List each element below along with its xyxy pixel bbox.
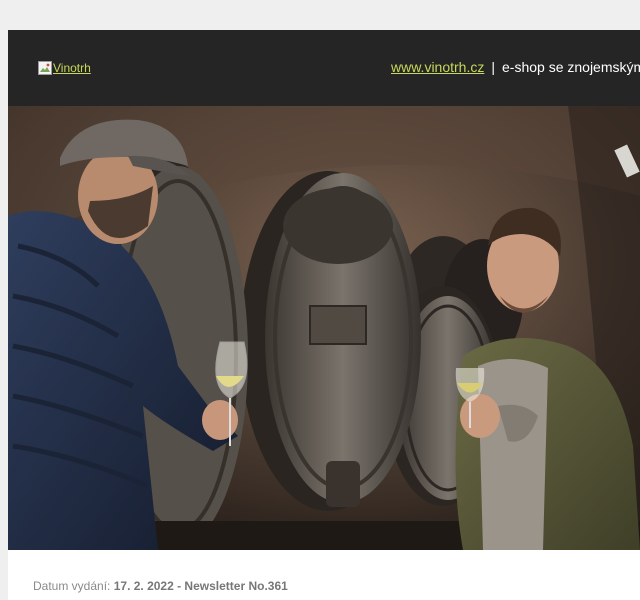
logo-alt-text: Vinotrh: [53, 61, 91, 75]
email-header: Vinotrh www.vinotrh.cz | e-shop se znojems…: [8, 30, 640, 106]
header-tagline: e-shop se znojemským: [502, 59, 640, 75]
issue-info: Datum vydání: 17. 2. 2022 - Newsletter N…: [33, 579, 288, 593]
email-body: Vinotrh www.vinotrh.cz | e-shop se znojems…: [8, 30, 640, 600]
site-link[interactable]: www.vinotrh.cz: [391, 59, 484, 75]
logo-link[interactable]: Vinotrh: [38, 60, 91, 76]
issue-date-value: 17. 2. 2022 - Newsletter No.361: [113, 579, 288, 593]
header-nav: www.vinotrh.cz | e-shop se znojemským: [391, 59, 640, 75]
header-separator: |: [491, 59, 495, 75]
hero-photo: [8, 106, 640, 550]
hero-image[interactable]: [8, 106, 640, 550]
broken-image-icon: [38, 61, 52, 75]
issue-date-label: Datum vydání:: [33, 579, 111, 593]
